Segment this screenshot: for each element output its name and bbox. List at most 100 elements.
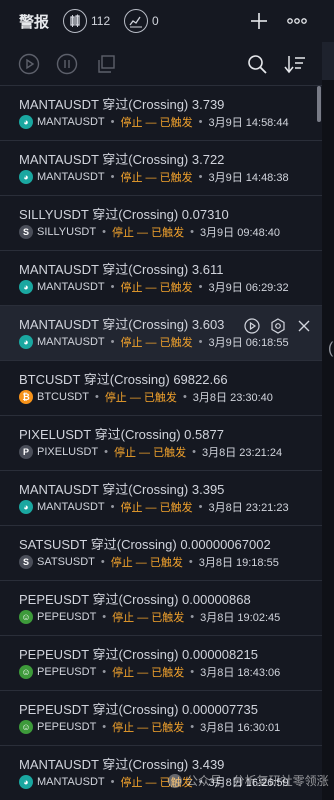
coin-letter-icon: P bbox=[19, 445, 33, 459]
separator-dot: • bbox=[104, 446, 108, 458]
alert-symbol: MANTAUSDT bbox=[37, 116, 105, 128]
coin-letter-icon: S bbox=[19, 555, 33, 569]
start-all-button[interactable] bbox=[18, 53, 40, 75]
separator-dot: • bbox=[190, 666, 195, 678]
alert-meta: ₿ BTCUSDT • 停止 — 已触发 • 3月8日 23:30:40 bbox=[19, 390, 273, 404]
alert-row[interactable]: MANTAUSDT 穿过(Crossing) 3.722 ◕ MANTAUSDT • 停… bbox=[0, 141, 322, 196]
alert-row[interactable]: MANTAUSDT 穿过(Crossing) 3.611 ◕ MANTAUSDT • 停… bbox=[0, 251, 322, 306]
add-alert-button[interactable] bbox=[247, 9, 271, 33]
alert-row[interactable]: PEPEUSDT 穿过(Crossing) 0.000007735 ☺ PEPEUS… bbox=[0, 691, 322, 746]
sort-icon bbox=[284, 56, 305, 74]
close-icon bbox=[298, 320, 310, 332]
edit-gear-icon bbox=[271, 318, 285, 334]
manta-coin-icon: ◕ bbox=[19, 775, 33, 789]
sort-button[interactable] bbox=[284, 53, 306, 75]
alert-meta: ◕ MANTAUSDT • 停止 — 已触发 • 3月9日 06:18:55 bbox=[19, 335, 289, 349]
alert-symbol: BTCUSDT bbox=[37, 391, 89, 403]
edit-alert-button[interactable] bbox=[268, 316, 288, 336]
alert-title: MANTAUSDT 穿过(Crossing) 3.603 bbox=[19, 317, 225, 332]
separator-dot: • bbox=[190, 611, 195, 623]
plus-icon bbox=[251, 13, 267, 29]
separator-dot: • bbox=[110, 336, 115, 348]
alert-status: 停止 — 已触发 bbox=[112, 612, 185, 624]
separator-dot: • bbox=[182, 391, 187, 403]
separator-dot: • bbox=[110, 171, 115, 183]
separator-dot: • bbox=[110, 501, 115, 513]
alert-row[interactable]: MANTAUSDT 穿过(Crossing) 3.395 ◕ MANTAUSDT • 停… bbox=[0, 471, 322, 526]
alert-meta: ☺ PEPEUSDT • 停止 — 已触发 • 3月8日 19:02:45 bbox=[19, 610, 280, 624]
alert-time: 3月9日 14:58:44 bbox=[208, 117, 289, 129]
alert-title: BTCUSDT 穿过(Crossing) 69822.66 bbox=[19, 372, 228, 387]
alert-row[interactable]: SILLYUSDT 穿过(Crossing) 0.07310 S SILLYUSDT… bbox=[0, 196, 322, 251]
more-options-button[interactable] bbox=[285, 9, 309, 33]
alert-list: MANTAUSDT 穿过(Crossing) 3.739 ◕ MANTAUSDT • 停… bbox=[0, 86, 334, 800]
alert-meta: S SILLYUSDT • 停止 — 已触发 • 3月9日 09:48:40 bbox=[19, 225, 280, 239]
alert-time: 3月8日 16:30:01 bbox=[200, 722, 281, 734]
alert-meta: P PIXELUSDT • 停止 — 已触发 • 3月8日 23:21:24 bbox=[19, 445, 282, 459]
alerts-header: 警报 112 0 bbox=[0, 0, 334, 42]
alert-row[interactable]: MANTAUSDT 穿过(Crossing) 3.739 ◕ MANTAUSDT • 停… bbox=[0, 86, 322, 141]
manta-coin-icon: ◕ bbox=[19, 170, 33, 184]
alert-meta: ◕ MANTAUSDT • 停止 — 已触发 • 3月9日 14:58:44 bbox=[19, 115, 289, 129]
triggered-chart-icon bbox=[124, 9, 148, 33]
watermark: 公众号 · 分析复研社零领涨 bbox=[168, 772, 329, 789]
alert-title: PEPEUSDT 穿过(Crossing) 0.00000868 bbox=[19, 592, 251, 607]
alert-symbol: MANTAUSDT bbox=[37, 501, 105, 513]
alert-status: 停止 — 已触发 bbox=[120, 337, 193, 349]
alert-status: 停止 — 已触发 bbox=[120, 282, 193, 294]
alert-symbol: PEPEUSDT bbox=[37, 666, 97, 678]
side-panel-tab[interactable] bbox=[322, 42, 334, 80]
alert-row[interactable]: PIXELUSDT 穿过(Crossing) 0.5877 P PIXELUSDT •… bbox=[0, 416, 322, 471]
separator-dot: • bbox=[110, 116, 115, 128]
clone-button[interactable] bbox=[95, 53, 117, 75]
alert-row[interactable]: MANTAUSDT 穿过(Crossing) 3.603 ◕ MANTAUSDT • 停… bbox=[0, 306, 322, 361]
active-alerts-count: 112 bbox=[91, 14, 111, 28]
alert-row[interactable]: BTCUSDT 穿过(Crossing) 69822.66 ₿ BTCUSDT • 停止… bbox=[0, 361, 322, 416]
separator-dot: • bbox=[198, 116, 203, 128]
delete-alert-button[interactable] bbox=[294, 316, 314, 336]
separator-dot: • bbox=[110, 776, 115, 788]
alert-symbol: SILLYUSDT bbox=[37, 226, 97, 238]
alert-row[interactable]: PEPEUSDT 穿过(Crossing) 0.00000868 ☺ PEPEUSD… bbox=[0, 581, 322, 636]
alert-title: MANTAUSDT 穿过(Crossing) 3.722 bbox=[19, 152, 225, 167]
search-button[interactable] bbox=[246, 53, 268, 75]
alert-time: 3月9日 14:48:38 bbox=[208, 172, 289, 184]
alert-status: 停止 — 已触发 bbox=[120, 172, 193, 184]
restart-icon bbox=[244, 318, 260, 334]
alert-meta: ☺ PEPEUSDT • 停止 — 已触发 • 3月8日 18:43:06 bbox=[19, 665, 280, 679]
manta-coin-icon: ◕ bbox=[19, 335, 33, 349]
pause-icon bbox=[56, 53, 78, 75]
separator-dot: • bbox=[102, 721, 107, 733]
restart-alert-button[interactable] bbox=[242, 316, 262, 336]
separator-dot: • bbox=[198, 336, 203, 348]
separator-dot: • bbox=[94, 391, 99, 403]
alert-symbol: MANTAUSDT bbox=[37, 281, 105, 293]
triggered-alerts-count: 0 bbox=[152, 14, 159, 28]
alert-title: PEPEUSDT 穿过(Crossing) 0.000007735 bbox=[19, 702, 258, 717]
separator-dot: • bbox=[190, 721, 195, 733]
play-icon bbox=[18, 53, 40, 75]
stop-all-button[interactable] bbox=[56, 53, 78, 75]
scrollbar[interactable] bbox=[317, 86, 321, 122]
btc-coin-icon: ₿ bbox=[19, 390, 33, 404]
alert-title: MANTAUSDT 穿过(Crossing) 3.439 bbox=[19, 757, 225, 772]
alert-status: 停止 — 已触发 bbox=[112, 667, 185, 679]
alert-time: 3月9日 06:18:55 bbox=[208, 337, 289, 349]
alert-status: 停止 — 已触发 bbox=[120, 502, 193, 514]
separator-dot: • bbox=[192, 446, 196, 458]
alert-row[interactable]: SATSUSDT 穿过(Crossing) 0.00000067002 S SATS… bbox=[0, 526, 322, 581]
manta-coin-icon: ◕ bbox=[19, 115, 33, 129]
search-icon bbox=[248, 55, 267, 74]
separator-dot: • bbox=[102, 666, 107, 678]
alert-title: MANTAUSDT 穿过(Crossing) 3.739 bbox=[19, 97, 225, 112]
alert-row[interactable]: PEPEUSDT 穿过(Crossing) 0.000008215 ☺ PEPEUS… bbox=[0, 636, 322, 691]
separator-dot: • bbox=[188, 556, 193, 568]
triggered-alerts-counter[interactable]: 0 bbox=[124, 9, 159, 33]
alert-title: SILLYUSDT 穿过(Crossing) 0.07310 bbox=[19, 207, 229, 222]
active-alerts-counter[interactable]: 112 bbox=[63, 9, 110, 33]
row-actions bbox=[242, 316, 314, 336]
alert-title: PIXELUSDT 穿过(Crossing) 0.5877 bbox=[19, 427, 224, 442]
manta-coin-icon: ◕ bbox=[19, 280, 33, 294]
alert-time: 3月8日 18:43:06 bbox=[200, 667, 281, 679]
alert-symbol: PEPEUSDT bbox=[37, 611, 97, 623]
